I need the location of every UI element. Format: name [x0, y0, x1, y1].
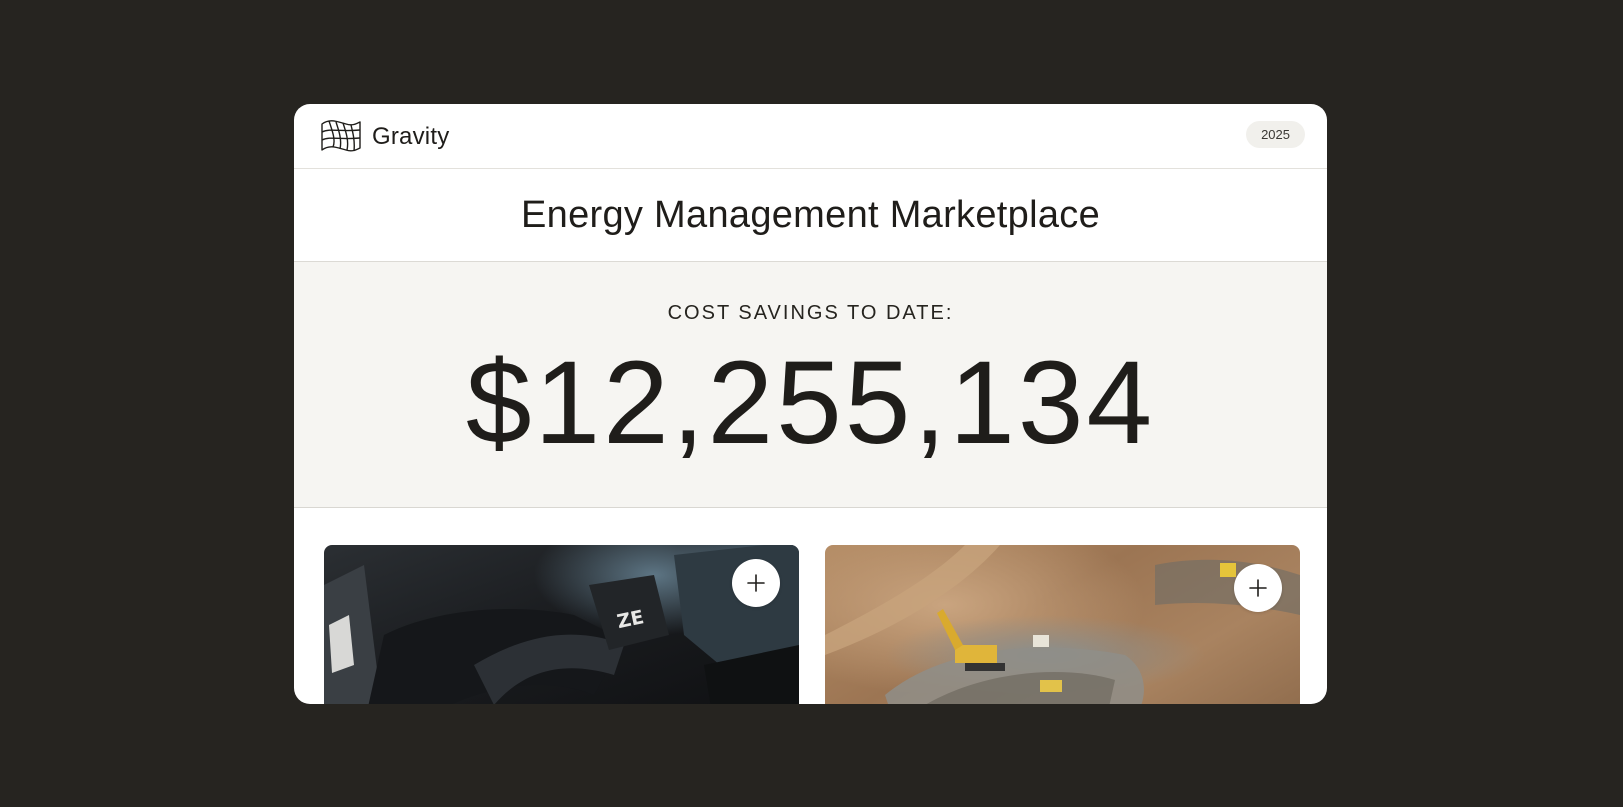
savings-value: $12,255,134 — [465, 337, 1156, 469]
excavator-shape — [937, 609, 1005, 671]
add-button[interactable] — [732, 559, 780, 607]
main-card: Gravity 2025 Energy Management Marketpla… — [294, 104, 1327, 704]
brand-logo[interactable]: Gravity — [320, 118, 449, 156]
ev-charging-plug-photo: ZE — [324, 545, 799, 704]
flag-wave-icon — [320, 118, 362, 156]
page-title: Energy Management Marketplace — [521, 193, 1100, 236]
plus-icon — [1248, 578, 1268, 598]
ev-charging-tile[interactable]: ZE — [324, 545, 799, 704]
brand-name: Gravity — [372, 123, 450, 150]
add-button[interactable] — [1234, 564, 1282, 612]
construction-excavation-site-photo — [825, 545, 1300, 704]
savings-label: COST SAVINGS TO DATE: — [667, 302, 954, 324]
title-section: Energy Management Marketplace — [294, 169, 1327, 262]
plus-icon — [746, 573, 766, 593]
construction-tile[interactable] — [825, 545, 1300, 704]
top-bar: Gravity 2025 — [294, 104, 1327, 169]
year-badge[interactable]: 2025 — [1246, 121, 1305, 148]
savings-panel: COST SAVINGS TO DATE: $12,255,134 — [294, 262, 1327, 508]
